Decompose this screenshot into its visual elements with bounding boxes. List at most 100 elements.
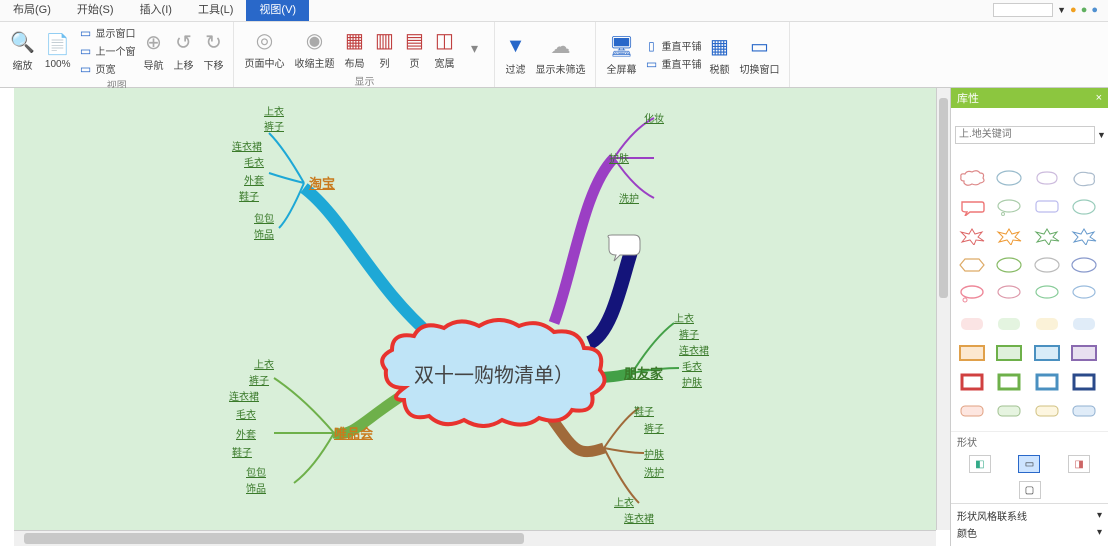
quick-shape[interactable]: ▭ (1018, 455, 1040, 473)
subnode[interactable]: 裤子 (249, 372, 269, 387)
shape-outline[interactable] (1069, 400, 1099, 422)
style-dropdown[interactable] (993, 3, 1053, 17)
subnode[interactable]: 化妆 (644, 110, 664, 125)
filter-button[interactable]: ▼ 过滤 (501, 24, 529, 85)
subnode[interactable]: 外套 (236, 426, 256, 441)
subnode[interactable]: 上衣 (264, 103, 284, 118)
subnode[interactable]: 连衣裙 (229, 388, 259, 403)
subnode[interactable]: 饰品 (254, 226, 274, 241)
shape-search-input[interactable] (955, 126, 1095, 144)
subnode[interactable]: 连衣裙 (232, 138, 262, 153)
chevron-down-icon[interactable]: ▾ (1097, 510, 1102, 521)
shape-square[interactable] (1069, 371, 1099, 393)
switch-window-button[interactable]: ▭ 切换窗口 (735, 24, 783, 85)
shape-speech[interactable] (957, 196, 987, 218)
subnode[interactable]: 裤子 (264, 118, 284, 133)
central-node[interactable]: 双十一购物清单） (374, 318, 614, 428)
shape-square[interactable] (994, 371, 1024, 393)
shape-outline[interactable] (994, 400, 1024, 422)
subnode[interactable]: 鞋子 (232, 444, 252, 459)
subnode[interactable]: 裤子 (644, 420, 664, 435)
shape-fill[interactable] (1069, 313, 1099, 335)
shape-square[interactable] (1032, 371, 1062, 393)
subnode[interactable]: 连衣裙 (679, 342, 709, 357)
quick-shape[interactable]: ▢ (1019, 481, 1041, 499)
cloud-button[interactable]: ☁ 显示未筛选 (531, 24, 589, 85)
subnode[interactable]: 上衣 (254, 356, 274, 371)
scrollbar-thumb[interactable] (24, 533, 524, 544)
tax-button[interactable]: ▦ 税额 (705, 24, 733, 85)
shape-burst[interactable] (1069, 225, 1099, 247)
width-button[interactable]: ◫ 宽属 (430, 24, 458, 73)
shape-speech[interactable] (1032, 196, 1062, 218)
subnode[interactable]: 洗护 (619, 190, 639, 205)
collapse-button[interactable]: ◉ 收缩主题 (290, 24, 338, 73)
shape-fill[interactable] (994, 313, 1024, 335)
col-button[interactable]: ▥ 列 (370, 24, 398, 73)
subnode[interactable]: 上衣 (614, 494, 634, 509)
shape-thought[interactable] (1069, 283, 1099, 305)
subnode[interactable]: 包包 (246, 464, 266, 479)
tab-view[interactable]: 视图(V) (246, 0, 309, 21)
branch-label-friend[interactable]: 朋友家 (624, 363, 663, 382)
shape-thought[interactable] (994, 283, 1024, 305)
subnode[interactable]: 包包 (254, 210, 274, 225)
shape-cloud[interactable] (1069, 167, 1099, 189)
shape-oval[interactable] (1069, 254, 1099, 276)
shape-fill[interactable] (957, 313, 987, 335)
quick-shape[interactable]: ◧ (969, 455, 991, 473)
show-window-item[interactable]: ▭显示窗口 (76, 24, 137, 41)
shape-cloud[interactable] (1032, 167, 1062, 189)
branch-label-vip[interactable]: 唯品会 (334, 423, 373, 442)
shape-cloud[interactable] (994, 167, 1024, 189)
prev-window-item[interactable]: ▭上一个窗 (76, 42, 137, 59)
subnode[interactable]: 上衣 (674, 310, 694, 325)
nav-button[interactable]: ⊕ 导航 (139, 24, 167, 77)
zoom-button[interactable]: 🔍 缩放 (6, 24, 39, 77)
shape-frame[interactable] (957, 342, 987, 364)
subnode[interactable]: 护肤 (609, 150, 629, 165)
subnode[interactable]: 鞋子 (634, 403, 654, 418)
shape-thought[interactable] (957, 283, 987, 305)
shape-thought[interactable] (1032, 283, 1062, 305)
shape-frame[interactable] (994, 342, 1024, 364)
shape-fill[interactable] (1032, 313, 1062, 335)
tab-start[interactable]: 开始(S) (64, 0, 127, 21)
subnode[interactable]: 毛衣 (682, 358, 702, 373)
shape-speech[interactable] (994, 196, 1024, 218)
tile-v-item[interactable]: ▯重直平铺 (642, 37, 703, 54)
shape-burst[interactable] (994, 225, 1024, 247)
zoom-100-button[interactable]: 📄 100% (41, 24, 75, 77)
shape-burst[interactable] (957, 225, 987, 247)
tab-tools[interactable]: 工具(L) (185, 0, 246, 21)
subnode[interactable]: 护肤 (682, 374, 702, 389)
mindmap-canvas[interactable]: 双十一购物清单） 淘宝 唯品会 朋友家 上衣 裤子 连衣裙 毛衣 外套 鞋子 包… (14, 88, 950, 530)
chevron-down-icon[interactable]: ▾ (1097, 527, 1102, 538)
page-button[interactable]: ▤ 页 (400, 24, 428, 73)
scrollbar-thumb[interactable] (939, 98, 948, 298)
shape-outline[interactable] (1032, 400, 1062, 422)
subnode[interactable]: 护肤 (644, 446, 664, 461)
subnode[interactable]: 毛衣 (236, 406, 256, 421)
shape-speech[interactable] (1069, 196, 1099, 218)
page-width-item[interactable]: ▭页宽 (76, 60, 137, 77)
vertical-scrollbar[interactable] (936, 88, 950, 530)
expand-button[interactable]: ▦ 布局 (340, 24, 368, 73)
shape-frame[interactable] (1032, 342, 1062, 364)
fullscreen-button[interactable]: 🖥 全屏幕 (602, 24, 640, 85)
tile-h-item[interactable]: ▭重直平铺 (642, 55, 703, 72)
shape-frame[interactable] (1069, 342, 1099, 364)
subnode[interactable]: 鞋子 (239, 188, 259, 203)
center-button[interactable]: ◎ 页面中心 (240, 24, 288, 73)
shape-cloud[interactable] (957, 167, 987, 189)
subnode[interactable]: 洗护 (644, 464, 664, 479)
subnode[interactable]: 毛衣 (244, 154, 264, 169)
quick-shape[interactable]: ◨ (1068, 455, 1090, 473)
subnode[interactable]: 连衣裙 (624, 510, 654, 525)
subnode[interactable]: 饰品 (246, 480, 266, 495)
shape-outline[interactable] (957, 400, 987, 422)
shape-square[interactable] (957, 371, 987, 393)
subnode[interactable]: 外套 (244, 172, 264, 187)
shape-oval[interactable] (994, 254, 1024, 276)
layout-dropdown[interactable]: ▾ (460, 24, 488, 73)
